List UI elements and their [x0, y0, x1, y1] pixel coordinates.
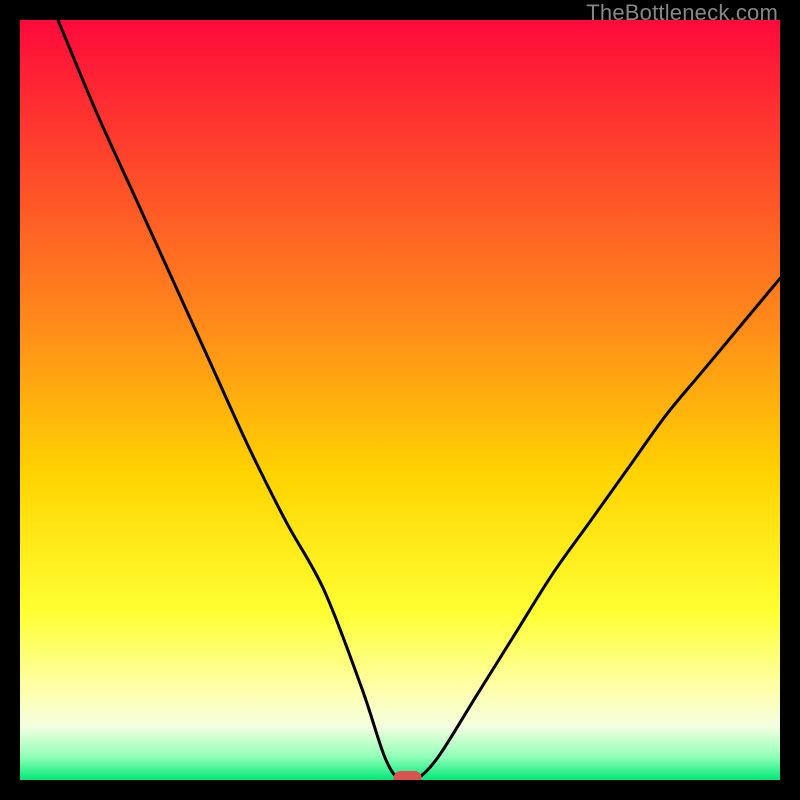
gradient-background	[20, 20, 780, 780]
chart-frame	[20, 20, 780, 780]
bottleneck-plot	[20, 20, 780, 780]
optimal-marker	[394, 771, 422, 780]
watermark-text: TheBottleneck.com	[586, 0, 778, 26]
